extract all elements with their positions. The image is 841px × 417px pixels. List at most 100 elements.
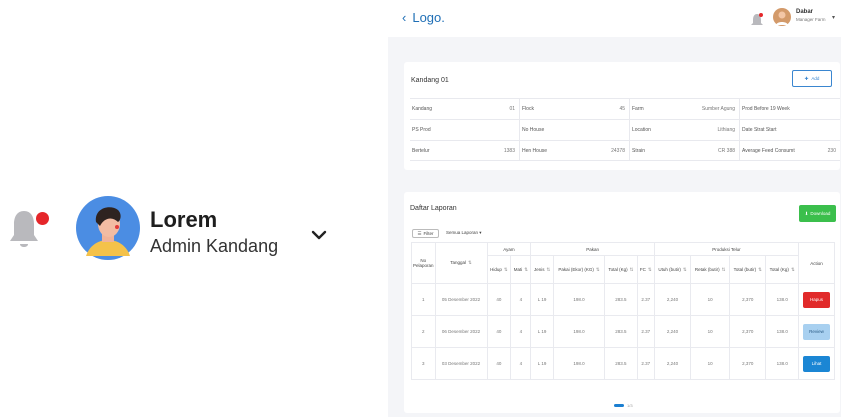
cell-pakai: 198.0	[552, 315, 606, 348]
table-row[interactable]: 1 05 Desember 2022 40 4 L 19 198.0 283.5…	[411, 283, 835, 316]
info-value: 1383	[503, 147, 515, 154]
cell-mati: 4	[510, 315, 532, 348]
filter-button-label: Filter	[423, 231, 434, 236]
header-user-name: Dabar	[796, 9, 814, 15]
info-label: Bertelur	[412, 147, 430, 154]
info-label: Location	[632, 127, 651, 133]
pagination-text: 1/3	[627, 403, 633, 408]
col-jenis[interactable]: Jenis ⇅	[530, 255, 554, 284]
group-ayam: Ayam	[486, 242, 532, 256]
info-label: Prod Before 19 Week	[742, 106, 790, 112]
kandang-title: Kandang 01	[411, 77, 449, 84]
add-button[interactable]: ✚ Add	[792, 70, 832, 87]
add-button-label: Add	[811, 76, 820, 81]
download-icon: ⬇	[804, 210, 809, 216]
col-utuh[interactable]: Utuh (butir) ⇅	[653, 255, 692, 284]
cell-no: 1	[411, 283, 436, 316]
back-chevron-icon[interactable]: ‹	[402, 10, 406, 25]
cell-jenis: L 19	[530, 347, 554, 380]
cell-mati: 4	[510, 283, 532, 316]
profile-name: Lorem	[150, 207, 218, 232]
cell-action: Review	[798, 315, 835, 348]
filter-select[interactable]: Semua Laporan ▾	[446, 230, 482, 236]
bell-icon[interactable]	[8, 203, 40, 263]
chevron-down-icon[interactable]: ▾	[832, 14, 835, 21]
info-label: Hen House	[522, 147, 548, 154]
col-total-butir[interactable]: Total (butir) ⇅	[729, 255, 767, 284]
info-label: Average Feed Consumt	[742, 147, 795, 154]
logo-text: Logo.	[412, 10, 445, 25]
pagination[interactable]: 1/3	[614, 403, 633, 408]
cell-utuh: 2,240	[653, 283, 692, 316]
cell-tanggal: 05 Desember 2022	[434, 283, 488, 316]
cell-utuh: 2,240	[653, 315, 692, 348]
top-bar: ‹ Logo. Dabar Manager Farm ▾	[388, 0, 841, 37]
col-pakai[interactable]: Pakai (Ekor) (KG) ⇅	[552, 255, 606, 284]
header-user-role: Manager Farm	[796, 17, 826, 22]
download-button-label: Download	[810, 211, 831, 216]
avatar[interactable]	[76, 196, 140, 260]
avatar[interactable]	[773, 8, 791, 26]
info-value: 45	[619, 106, 625, 112]
info-label: Date Strat Start	[742, 127, 777, 133]
cell-total-kg: 138.0	[765, 283, 799, 316]
cell-retak: 10	[690, 283, 731, 316]
bell-icon[interactable]	[750, 12, 764, 28]
col-fc[interactable]: FC ⇅	[636, 255, 655, 284]
info-label: Flock	[522, 106, 534, 112]
group-pakan: Pakan	[530, 242, 655, 256]
cell-tanggal: 06 Desember 2022	[434, 315, 488, 348]
col-action: Action	[798, 242, 835, 284]
chevron-down-icon[interactable]	[309, 227, 329, 243]
cell-pakai: 198.0	[552, 347, 606, 380]
info-value: Sumber Agung	[701, 106, 735, 112]
cell-utuh: 2,240	[653, 347, 692, 380]
filter-select-value: Semua Laporan	[446, 230, 479, 235]
download-button[interactable]: ⬇ Download	[799, 205, 836, 222]
info-value: 230	[827, 147, 836, 154]
col-mati[interactable]: Mati ⇅	[510, 255, 532, 284]
info-value: 24378	[611, 147, 625, 154]
plus-icon: ✚	[804, 75, 809, 81]
col-tanggal[interactable]: Tanggal ⇅	[434, 242, 488, 284]
cell-total-kg: 138.0	[765, 347, 799, 380]
info-value: CR 388	[718, 147, 735, 154]
group-produksi: Produksi Telur	[653, 242, 800, 256]
cell-fc: 2.37	[636, 347, 655, 380]
cell-action: Lihat	[798, 347, 835, 380]
cell-hidup: 40	[486, 347, 512, 380]
table-header-row: No Pelaporan Tanggal ⇅ Ayam Pakan Produks…	[411, 242, 835, 284]
table-row[interactable]: 2 06 Desember 2022 40 4 L 19 198.0 283.5…	[411, 315, 835, 348]
profile-role: Admin Kandang	[150, 236, 279, 256]
info-label: Strain	[632, 147, 646, 154]
cell-total-pakan: 283.5	[604, 347, 638, 380]
lihat-button[interactable]: Lihat	[803, 355, 830, 372]
cell-retak: 10	[690, 347, 731, 380]
table-row[interactable]: 3 03 Desember 2022 40 4 L 19 198.0 283.5…	[411, 347, 835, 380]
cell-hidup: 40	[486, 315, 512, 348]
col-no: No Pelaporan	[411, 242, 436, 284]
cell-hidup: 40	[486, 283, 512, 316]
info-row: Bertelur 1383 Hen House 24378 Strain CR 388…	[410, 140, 840, 161]
col-total-pakan[interactable]: Total (Kg) ⇅	[604, 255, 638, 284]
info-label: Kandang	[412, 106, 433, 112]
filter-button[interactable]: ☰ Filter	[412, 229, 439, 238]
info-value: 01	[509, 106, 515, 112]
cell-jenis: L 19	[530, 283, 554, 316]
logo[interactable]: ‹ Logo.	[402, 10, 445, 25]
chevron-down-icon: ▾	[479, 230, 482, 235]
cell-total-butir: 2,370	[729, 283, 767, 316]
col-total-kg[interactable]: Total (Kg) ⇅	[765, 255, 799, 284]
review-button[interactable]: Review	[803, 323, 830, 340]
cell-jenis: L 19	[530, 315, 554, 348]
cell-no: 2	[411, 315, 436, 348]
hapus-button[interactable]: Hapus	[803, 291, 830, 308]
kandang-card: Kandang 01 ✚ Add Kandang 01 Flock 45 Farm S…	[404, 62, 840, 170]
cell-action: Hapus	[798, 283, 835, 316]
pagination-indicator	[614, 404, 624, 407]
info-label: PS Prod	[412, 127, 431, 133]
col-hidup[interactable]: Hidup ⇅	[486, 255, 512, 284]
info-row: Kandang 01 Flock 45 Farm Sumber Agung Prod …	[410, 98, 840, 119]
col-retak[interactable]: Retak (butir) ⇅	[690, 255, 731, 284]
cell-total-butir: 2,370	[729, 315, 767, 348]
